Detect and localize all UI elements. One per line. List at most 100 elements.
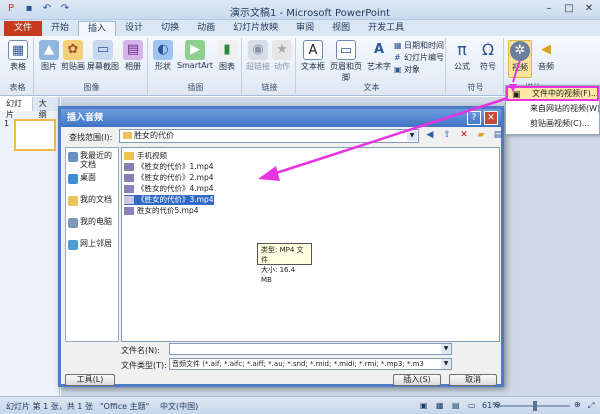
look-in-label: 查找范围(I): [69,133,113,142]
fit-window-icon[interactable]: ⤢ [588,401,594,411]
video-from-website-item[interactable]: 来自网站的视频(W)... [506,101,599,116]
language-indicator[interactable]: 中文(中国) [160,401,198,412]
tab-insert[interactable]: 插入 [78,21,117,36]
look-in-select[interactable]: 胜女的代价 ▼ [119,129,419,143]
cancel-button[interactable]: 取消 [449,374,497,386]
screenshot-button[interactable]: ▭ 屏幕截图 [86,40,120,72]
insert-audio-dialog: 插入音频 ? ✕ 查找范围(I): 胜女的代价 ▼ ◀ ⇧ ✕ ▰ ▤ 我最近的… [58,106,504,387]
tab-transitions[interactable]: 切换 [152,21,188,36]
action-button[interactable]: ★ 动作 [271,40,293,72]
slide-thumbnail[interactable] [14,119,56,151]
slide-counter: 幻灯片 第 1 张，共 1 张 [6,402,93,411]
undo-icon[interactable]: ↶ [40,2,54,16]
group-illustrations: ◐ 形状 ▶ SmartArt ▮ 图表 插图 [150,38,242,94]
slidenumber-button[interactable]: # 幻灯片编号 [394,52,444,63]
speaker-icon: ◀ [541,42,551,57]
close-icon[interactable]: ✕ [582,2,596,16]
desktop-icon [68,174,78,184]
tab-outline[interactable]: 大纲 [32,97,59,119]
redo-icon[interactable]: ↷ [58,2,72,16]
list-item[interactable]: 胜女的代价5.mp4 [124,206,199,216]
save-icon[interactable]: ▪ [22,2,36,16]
object-button[interactable]: ▣ 对象 [394,64,420,75]
tab-animations[interactable]: 动画 [188,21,224,36]
album-icon: ▤ [123,40,143,60]
help-button[interactable]: ? [467,111,481,125]
video-from-file-item[interactable]: ▣ 文件中的视频(F)... [506,86,599,101]
smartart-button[interactable]: ▶ SmartArt [176,40,214,70]
video-file-icon [124,174,134,182]
tab-home[interactable]: 开始 [42,21,78,36]
zoom-slider-thumb[interactable] [533,401,537,411]
quick-access-toolbar: P ▪ ↶ ↷ [4,2,72,16]
audio-button[interactable]: ◀ 音频 [534,40,558,72]
tab-slideshow[interactable]: 幻灯片放映 [224,21,287,36]
datetime-button[interactable]: ▦ 日期和时间 [394,40,444,51]
tab-file[interactable]: 文件 [4,21,43,36]
list-item[interactable]: 《胜女的代价》1.mp4 [124,162,214,172]
shapes-button[interactable]: ◐ 形状 [152,40,174,72]
video-file-icon [124,163,134,171]
tab-slides[interactable]: 幻灯片 [0,97,33,119]
hyperlink-button[interactable]: ◉ 超链接 [246,40,270,72]
tools-button[interactable]: 工具(L) [65,374,115,386]
dialog-close-button[interactable]: ✕ [484,111,498,125]
list-item[interactable]: 手机视频 [124,151,167,161]
place-documents[interactable]: 我的文档 [66,192,118,214]
back-icon[interactable]: ◀ [423,128,437,142]
chart-button[interactable]: ▮ 图表 [216,40,238,72]
place-desktop[interactable]: 桌面 [66,170,118,192]
picture-button[interactable]: ▲ 图片 [38,40,60,72]
tab-review[interactable]: 审阅 [287,21,323,36]
clipart-button[interactable]: ✿ 剪贴画 [60,40,86,72]
list-item[interactable]: 《胜女的代价》4.mp4 [124,184,214,194]
chevron-down-icon[interactable]: ▼ [441,359,451,369]
file-type-select[interactable]: 音频文件 (*.aif; *.aifc; *.aiff; *.au; *.snd… [169,358,452,370]
equation-button[interactable]: π 公式 [450,40,474,72]
maximize-icon[interactable]: □ [562,2,576,16]
minimize-icon[interactable]: – [542,2,556,16]
clipart-video-item[interactable]: 剪贴画视频(C)... [506,116,599,131]
reading-view-icon[interactable]: ▤ [452,401,460,410]
wordart-button[interactable]: A 艺术字 [366,40,392,72]
delete-icon[interactable]: ✕ [457,128,471,142]
slideshow-view-icon[interactable]: ▭ [468,401,476,410]
textbox-button[interactable]: A 文本框 [300,40,326,72]
place-computer[interactable]: 我的电脑 [66,214,118,236]
headerfooter-button[interactable]: ▭ 页眉和页脚 [328,40,364,83]
place-network[interactable]: 网上邻居 [66,236,118,258]
video-file-icon [124,196,134,204]
file-type-label: 文件类型(T): [121,361,167,370]
file-name-input[interactable]: ▼ [169,343,452,355]
folder-icon [123,132,132,139]
smartart-icon: ▶ [185,40,205,60]
insert-button[interactable]: 插入(S) [393,374,441,386]
file-list[interactable]: 手机视频 《胜女的代价》1.mp4 《胜女的代价》2.mp4 《胜女的代价》4.… [121,147,500,342]
calendar-icon: ▦ [394,41,402,50]
up-folder-icon[interactable]: ⇧ [440,128,454,142]
place-recent[interactable]: 我最近的文档 [66,148,118,170]
chevron-down-icon[interactable]: ▼ [441,344,451,354]
tab-design[interactable]: 设计 [116,21,152,36]
symbol-button[interactable]: Ω 符号 [476,40,500,72]
places-bar: 我最近的文档 桌面 我的文档 我的电脑 网上邻居 [65,147,119,342]
zoom-in-icon[interactable]: ⊕ [574,400,581,409]
sorter-view-icon[interactable]: ▦ [436,401,444,410]
star-icon: ★ [272,40,292,60]
table-button[interactable]: ▦ 表格 [4,40,32,72]
views-icon[interactable]: ▤ [491,128,505,142]
tab-developer[interactable]: 开发工具 [359,21,413,36]
chevron-down-icon[interactable]: ▼ [407,131,417,141]
normal-view-icon[interactable]: ▣ [420,401,428,410]
video-button[interactable]: ✲ 视频 [508,40,532,78]
textbox-icon: A [303,40,323,60]
tab-view[interactable]: 视图 [323,21,359,36]
list-item[interactable]: 《胜女的代价》2.mp4 [124,173,214,183]
new-folder-icon[interactable]: ▰ [474,128,488,142]
group-links: ◉ 超链接 ★ 动作 链接 [244,38,296,94]
computer-icon [68,218,78,228]
list-item-selected[interactable]: 《胜女的代价》3.mp4 [124,195,214,205]
wordart-icon: A [373,42,385,57]
globe-icon: ◉ [248,40,268,60]
album-button[interactable]: ▤ 相册 [122,40,144,72]
